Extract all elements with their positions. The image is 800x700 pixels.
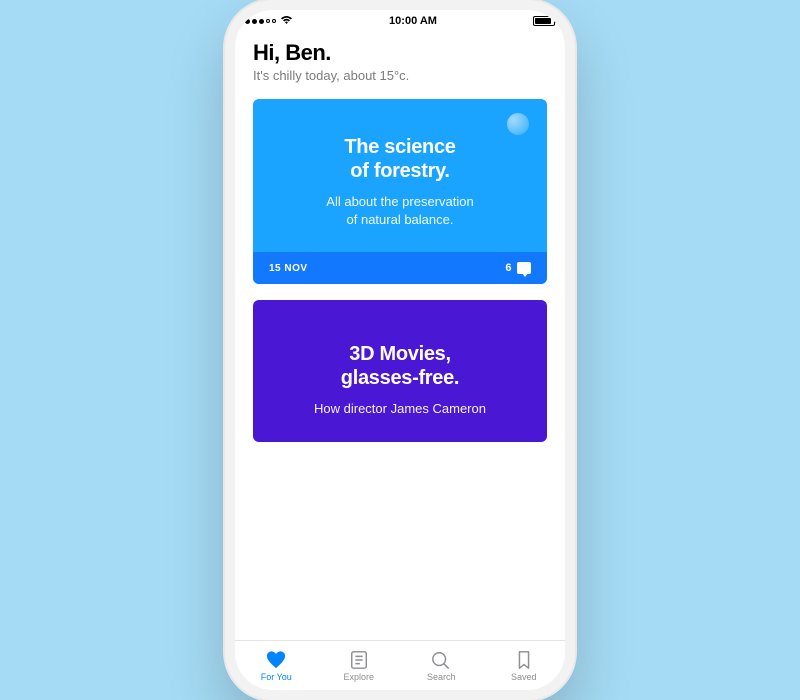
tab-label: For You — [261, 672, 292, 682]
card-subtitle: How director James Cameron — [275, 400, 525, 418]
tab-label: Saved — [511, 672, 537, 682]
signal-strength-icon — [245, 19, 276, 24]
comment-icon — [517, 262, 531, 274]
phone-frame: 10:00 AM Hi, Ben. It's chilly today, abo… — [225, 0, 575, 700]
card-body: 3D Movies, glasses-free. How director Ja… — [253, 300, 547, 442]
bookmark-icon — [513, 650, 535, 670]
tab-search[interactable]: Search — [400, 641, 483, 690]
card-date: 15 NOV — [269, 263, 308, 274]
card-subtitle-line2: of natural balance. — [347, 212, 454, 227]
greeting-subtitle: It's chilly today, about 15°c. — [253, 68, 547, 83]
tab-label: Explore — [343, 672, 374, 682]
card-title: The science of forestry. — [275, 135, 525, 183]
card-subtitle-line1: All about the preservation — [326, 194, 473, 209]
card-subtitle-line1: How director James Cameron — [314, 401, 486, 416]
status-bar: 10:00 AM — [235, 10, 565, 32]
tab-for-you[interactable]: For You — [235, 641, 318, 690]
tab-saved[interactable]: Saved — [483, 641, 566, 690]
tab-bar: For You Explore Search Saved — [235, 640, 565, 690]
comment-count: 6 — [505, 262, 512, 274]
card-comments[interactable]: 6 — [505, 262, 531, 274]
article-card-forestry[interactable]: The science of forestry. All about the p… — [253, 99, 547, 284]
status-left — [245, 15, 293, 28]
wifi-icon — [280, 15, 293, 28]
greeting-block: Hi, Ben. It's chilly today, about 15°c. — [253, 40, 547, 83]
card-title-line2: glasses-free. — [341, 367, 459, 389]
tab-explore[interactable]: Explore — [318, 641, 401, 690]
card-body: The science of forestry. All about the p… — [253, 99, 547, 252]
battery-icon — [533, 16, 555, 26]
heart-icon — [265, 650, 287, 670]
card-title-line1: 3D Movies, — [349, 343, 450, 365]
tab-label: Search — [427, 672, 456, 682]
status-right — [533, 16, 555, 26]
status-time: 10:00 AM — [389, 15, 437, 27]
explore-icon — [348, 650, 370, 670]
search-icon — [430, 650, 452, 670]
phone-screen: 10:00 AM Hi, Ben. It's chilly today, abo… — [235, 10, 565, 690]
card-subtitle: All about the preservation of natural ba… — [275, 193, 525, 228]
card-title-line2: of forestry. — [350, 160, 449, 182]
card-title: 3D Movies, glasses-free. — [275, 342, 525, 390]
feed-scroll[interactable]: Hi, Ben. It's chilly today, about 15°c. … — [235, 32, 565, 640]
article-card-3d-movies[interactable]: 3D Movies, glasses-free. How director Ja… — [253, 300, 547, 442]
card-footer: 15 NOV 6 — [253, 252, 547, 284]
greeting-title: Hi, Ben. — [253, 40, 547, 66]
unread-indicator-icon — [507, 113, 529, 135]
card-title-line1: The science — [344, 136, 455, 158]
